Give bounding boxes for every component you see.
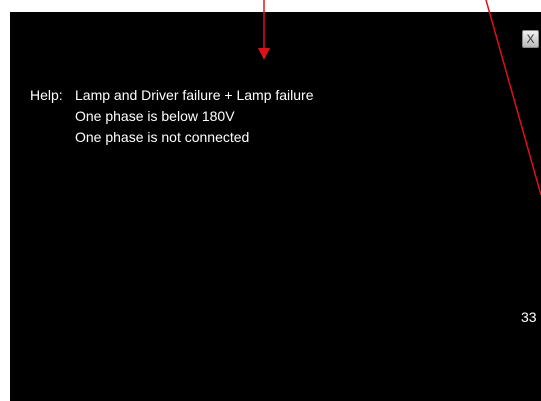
help-message-line: One phase is not connected bbox=[75, 129, 250, 145]
screenshot-stage: Help: Lamp and Driver failure + Lamp fai… bbox=[0, 0, 541, 401]
close-button[interactable]: X bbox=[522, 30, 539, 48]
help-label: Help: bbox=[30, 87, 63, 103]
help-panel: Help: Lamp and Driver failure + Lamp fai… bbox=[10, 12, 541, 401]
help-message-line: One phase is below 180V bbox=[75, 108, 235, 124]
page-counter: 33 bbox=[521, 309, 537, 325]
close-icon: X bbox=[526, 32, 535, 46]
help-message-line: Lamp and Driver failure + Lamp failure bbox=[75, 87, 314, 103]
